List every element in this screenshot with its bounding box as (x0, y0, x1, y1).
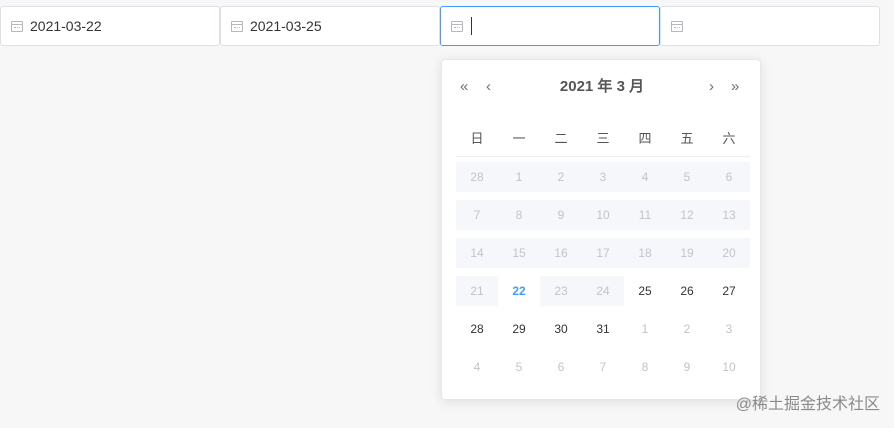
day-cell[interactable]: 6 (540, 352, 582, 382)
week-row: 28 29 30 31 1 2 3 (456, 314, 750, 344)
date-picker-demo: 2021-03-22 2021-03-25 « ‹ 2021 年 3 月 › »… (0, 0, 894, 428)
day-cell-disabled: 21 (456, 276, 498, 306)
day-cell-disabled: 16 (540, 238, 582, 268)
date-picker-popup: « ‹ 2021 年 3 月 › » 日 一 二 三 四 五 六 28 1 2 3 4 5… (441, 59, 761, 400)
watermark: @稀土掘金技术社区 (735, 396, 880, 413)
restricted-end-date-input[interactable] (660, 6, 880, 46)
week-row: 4 5 6 7 8 9 10 (456, 352, 750, 382)
next-month-button[interactable]: › (709, 78, 714, 96)
day-cell-disabled: 9 (540, 200, 582, 230)
day-cell-disabled: 6 (708, 162, 750, 192)
weekday-label: 日 (470, 131, 484, 146)
day-cell[interactable]: 1 (624, 314, 666, 344)
day-cell-disabled: 8 (498, 200, 540, 230)
weekday-label: 五 (680, 131, 694, 146)
weekday-label: 一 (512, 131, 526, 146)
day-cell-disabled: 13 (708, 200, 750, 230)
day-cell-disabled: 4 (624, 162, 666, 192)
week-row: 7 8 9 10 11 12 13 (456, 200, 750, 230)
header-divider (456, 156, 750, 157)
day-cell-disabled: 10 (582, 200, 624, 230)
day-cell[interactable]: 30 (540, 314, 582, 344)
day-cell-disabled: 14 (456, 238, 498, 268)
weekday-label: 六 (722, 131, 736, 146)
next-year-button[interactable]: » (731, 78, 739, 96)
restricted-start-date-input[interactable] (440, 6, 660, 46)
day-cell-disabled: 28 (456, 162, 498, 192)
day-cell[interactable]: 25 (624, 276, 666, 306)
end-date-input[interactable]: 2021-03-25 (220, 6, 440, 46)
day-cell[interactable]: 9 (666, 352, 708, 382)
day-cell[interactable]: 29 (498, 314, 540, 344)
weekday-label: 四 (638, 131, 652, 146)
day-cell-disabled: 17 (582, 238, 624, 268)
day-cell[interactable]: 4 (456, 352, 498, 382)
day-cell[interactable]: 7 (582, 352, 624, 382)
day-cell-disabled: 1 (498, 162, 540, 192)
calendar-title[interactable]: 2021 年 3 月 (442, 78, 762, 96)
week-row: 21 22 23 24 25 26 27 (456, 276, 750, 306)
day-cell-disabled: 24 (582, 276, 624, 306)
day-cell-disabled: 3 (582, 162, 624, 192)
end-date-value: 2021-03-25 (250, 18, 322, 34)
day-grid: 28 1 2 3 4 5 6 7 8 9 10 11 12 13 14 15 16 17 18 19 20 21 22 23 2… (456, 162, 750, 390)
calendar-icon (11, 20, 23, 32)
day-cell-today: 22 (512, 284, 526, 298)
start-date-value: 2021-03-22 (30, 18, 102, 34)
day-cell[interactable]: 2 (666, 314, 708, 344)
day-cell-disabled: 23 (540, 276, 582, 306)
day-cell-disabled: 5 (666, 162, 708, 192)
day-cell-disabled: 18 (624, 238, 666, 268)
day-cell[interactable]: 26 (666, 276, 708, 306)
day-cell[interactable]: 8 (624, 352, 666, 382)
calendar-icon (451, 20, 463, 32)
calendar-icon (671, 20, 683, 32)
weekday-label: 二 (554, 131, 568, 146)
day-cell[interactable]: 5 (498, 352, 540, 382)
day-cell-disabled: 11 (624, 200, 666, 230)
start-date-input[interactable]: 2021-03-22 (0, 6, 220, 46)
day-cell[interactable]: 3 (708, 314, 750, 344)
day-cell-disabled: 15 (498, 238, 540, 268)
day-cell[interactable]: 31 (582, 314, 624, 344)
day-cell-disabled: 20 (708, 238, 750, 268)
weekday-label: 三 (596, 131, 610, 146)
week-row: 14 15 16 17 18 19 20 (456, 238, 750, 268)
weekday-header: 日 一 二 三 四 五 六 (456, 128, 750, 147)
day-cell-disabled: 12 (666, 200, 708, 230)
day-cell[interactable]: 10 (708, 352, 750, 382)
text-caret (471, 17, 472, 35)
day-cell-disabled: 19 (666, 238, 708, 268)
day-cell[interactable]: 28 (456, 314, 498, 344)
day-cell-disabled: 2 (540, 162, 582, 192)
week-row: 28 1 2 3 4 5 6 (456, 162, 750, 192)
day-cell-disabled: 7 (456, 200, 498, 230)
calendar-icon (231, 20, 243, 32)
day-cell[interactable]: 27 (708, 276, 750, 306)
